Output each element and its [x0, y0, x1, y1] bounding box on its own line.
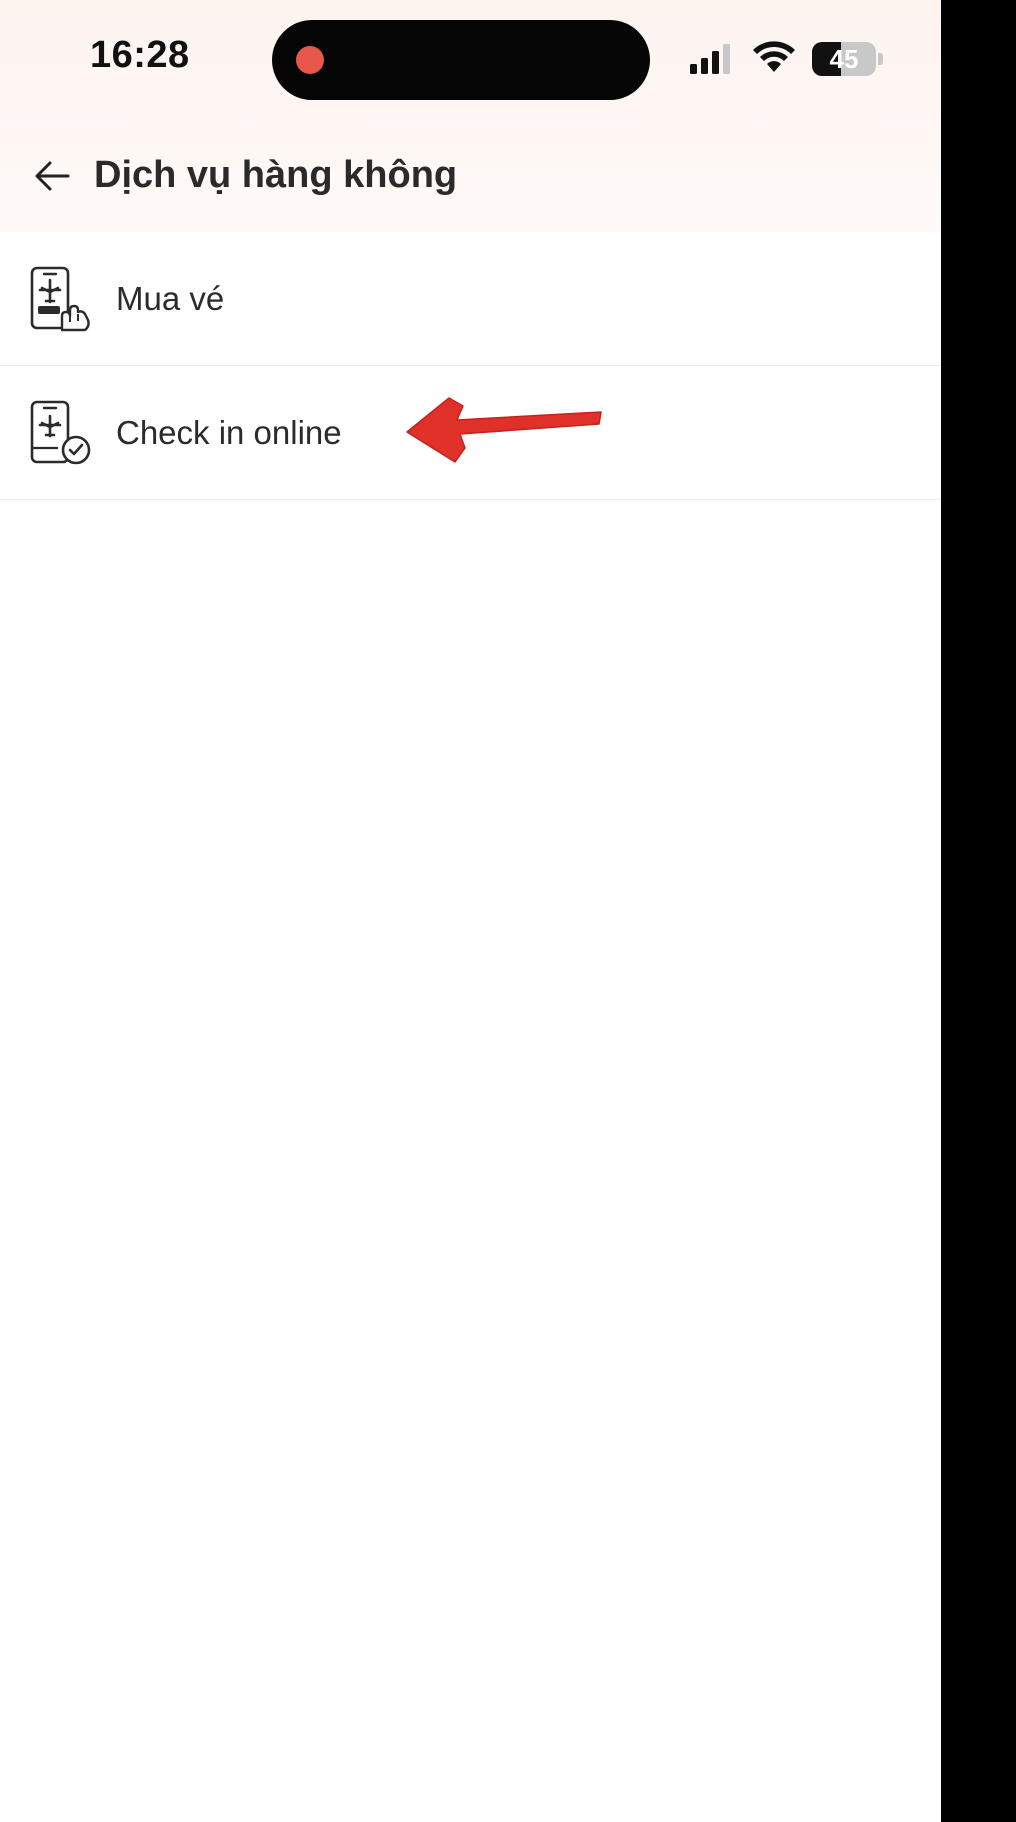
screen-record-indicator-icon: [296, 46, 324, 74]
phone-plane-ticket-hand-icon: [30, 266, 90, 332]
menu-item-check-in-online[interactable]: Check in online: [0, 366, 941, 500]
menu-item-buy-ticket[interactable]: Mua vé: [0, 232, 941, 366]
header-area: 16:28 45 Dịch vụ hàng không: [0, 0, 941, 232]
battery-level: 45: [829, 44, 859, 74]
airline-services-list: Mua vé Check in online: [0, 232, 941, 500]
dynamic-island: [272, 20, 650, 100]
cellular-signal-icon: [690, 44, 730, 74]
back-button[interactable]: [28, 152, 76, 200]
arrow-left-icon: [35, 161, 70, 191]
phone-screen: 16:28 45 Dịch vụ hàng không Mua vé Check…: [0, 0, 941, 1822]
wifi-icon: [753, 41, 795, 72]
battery-indicator: 45: [812, 42, 884, 76]
phone-plane-check-icon: [30, 400, 91, 465]
menu-item-label: Check in online: [116, 413, 342, 451]
status-time: 16:28: [90, 34, 190, 76]
menu-item-label: Mua vé: [116, 279, 225, 317]
page-title: Dịch vụ hàng không: [94, 154, 458, 196]
